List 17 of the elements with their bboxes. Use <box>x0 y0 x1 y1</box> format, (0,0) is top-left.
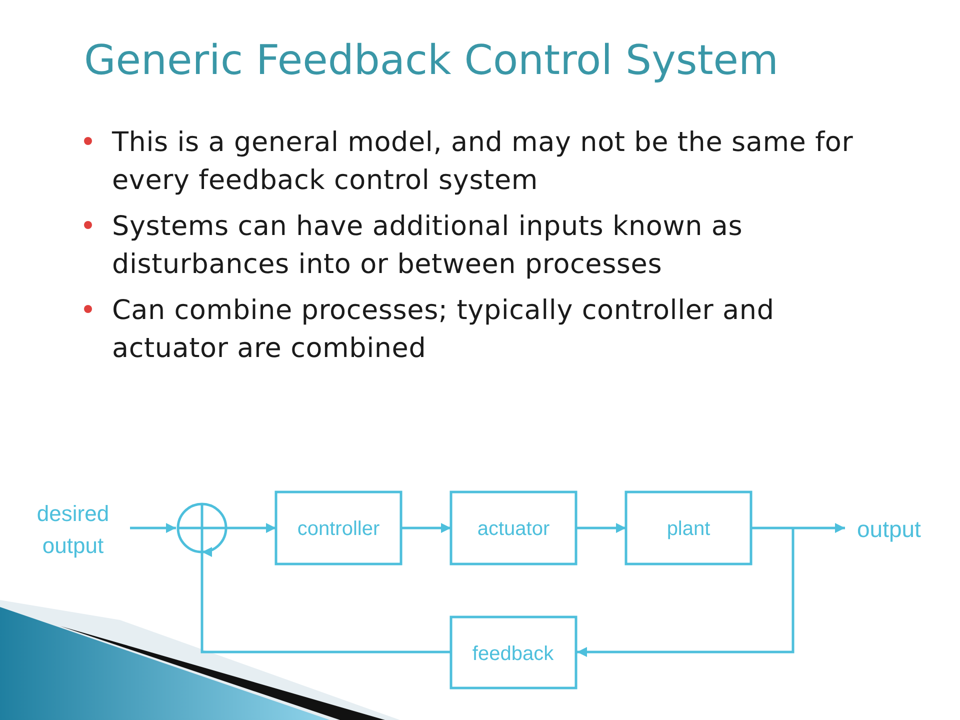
block-label: actuator <box>477 518 550 540</box>
arrow <box>226 523 276 533</box>
summing-junction-drawing <box>176 502 228 554</box>
bullet-dot <box>84 305 92 313</box>
input-label: desired output <box>36 501 110 558</box>
arrow <box>130 523 176 533</box>
slide-title: Generic Feedback Control System <box>84 36 780 84</box>
bullet-dot <box>84 221 92 229</box>
output-label: output <box>857 516 921 542</box>
block-label: plant <box>666 518 710 540</box>
bullet-text: This is a general model, and may not be the same for every feedback control system <box>112 126 854 198</box>
block-label: feedback <box>472 643 554 665</box>
bullet-text: Can combine processes; typically controller and actuator are combined <box>112 294 776 366</box>
block-label: controller <box>297 518 380 540</box>
bullet-text: Systems can have additional inputs known as disturbances into or between processes <box>112 210 744 282</box>
bullet-dot <box>84 137 92 145</box>
arrow <box>401 523 451 533</box>
